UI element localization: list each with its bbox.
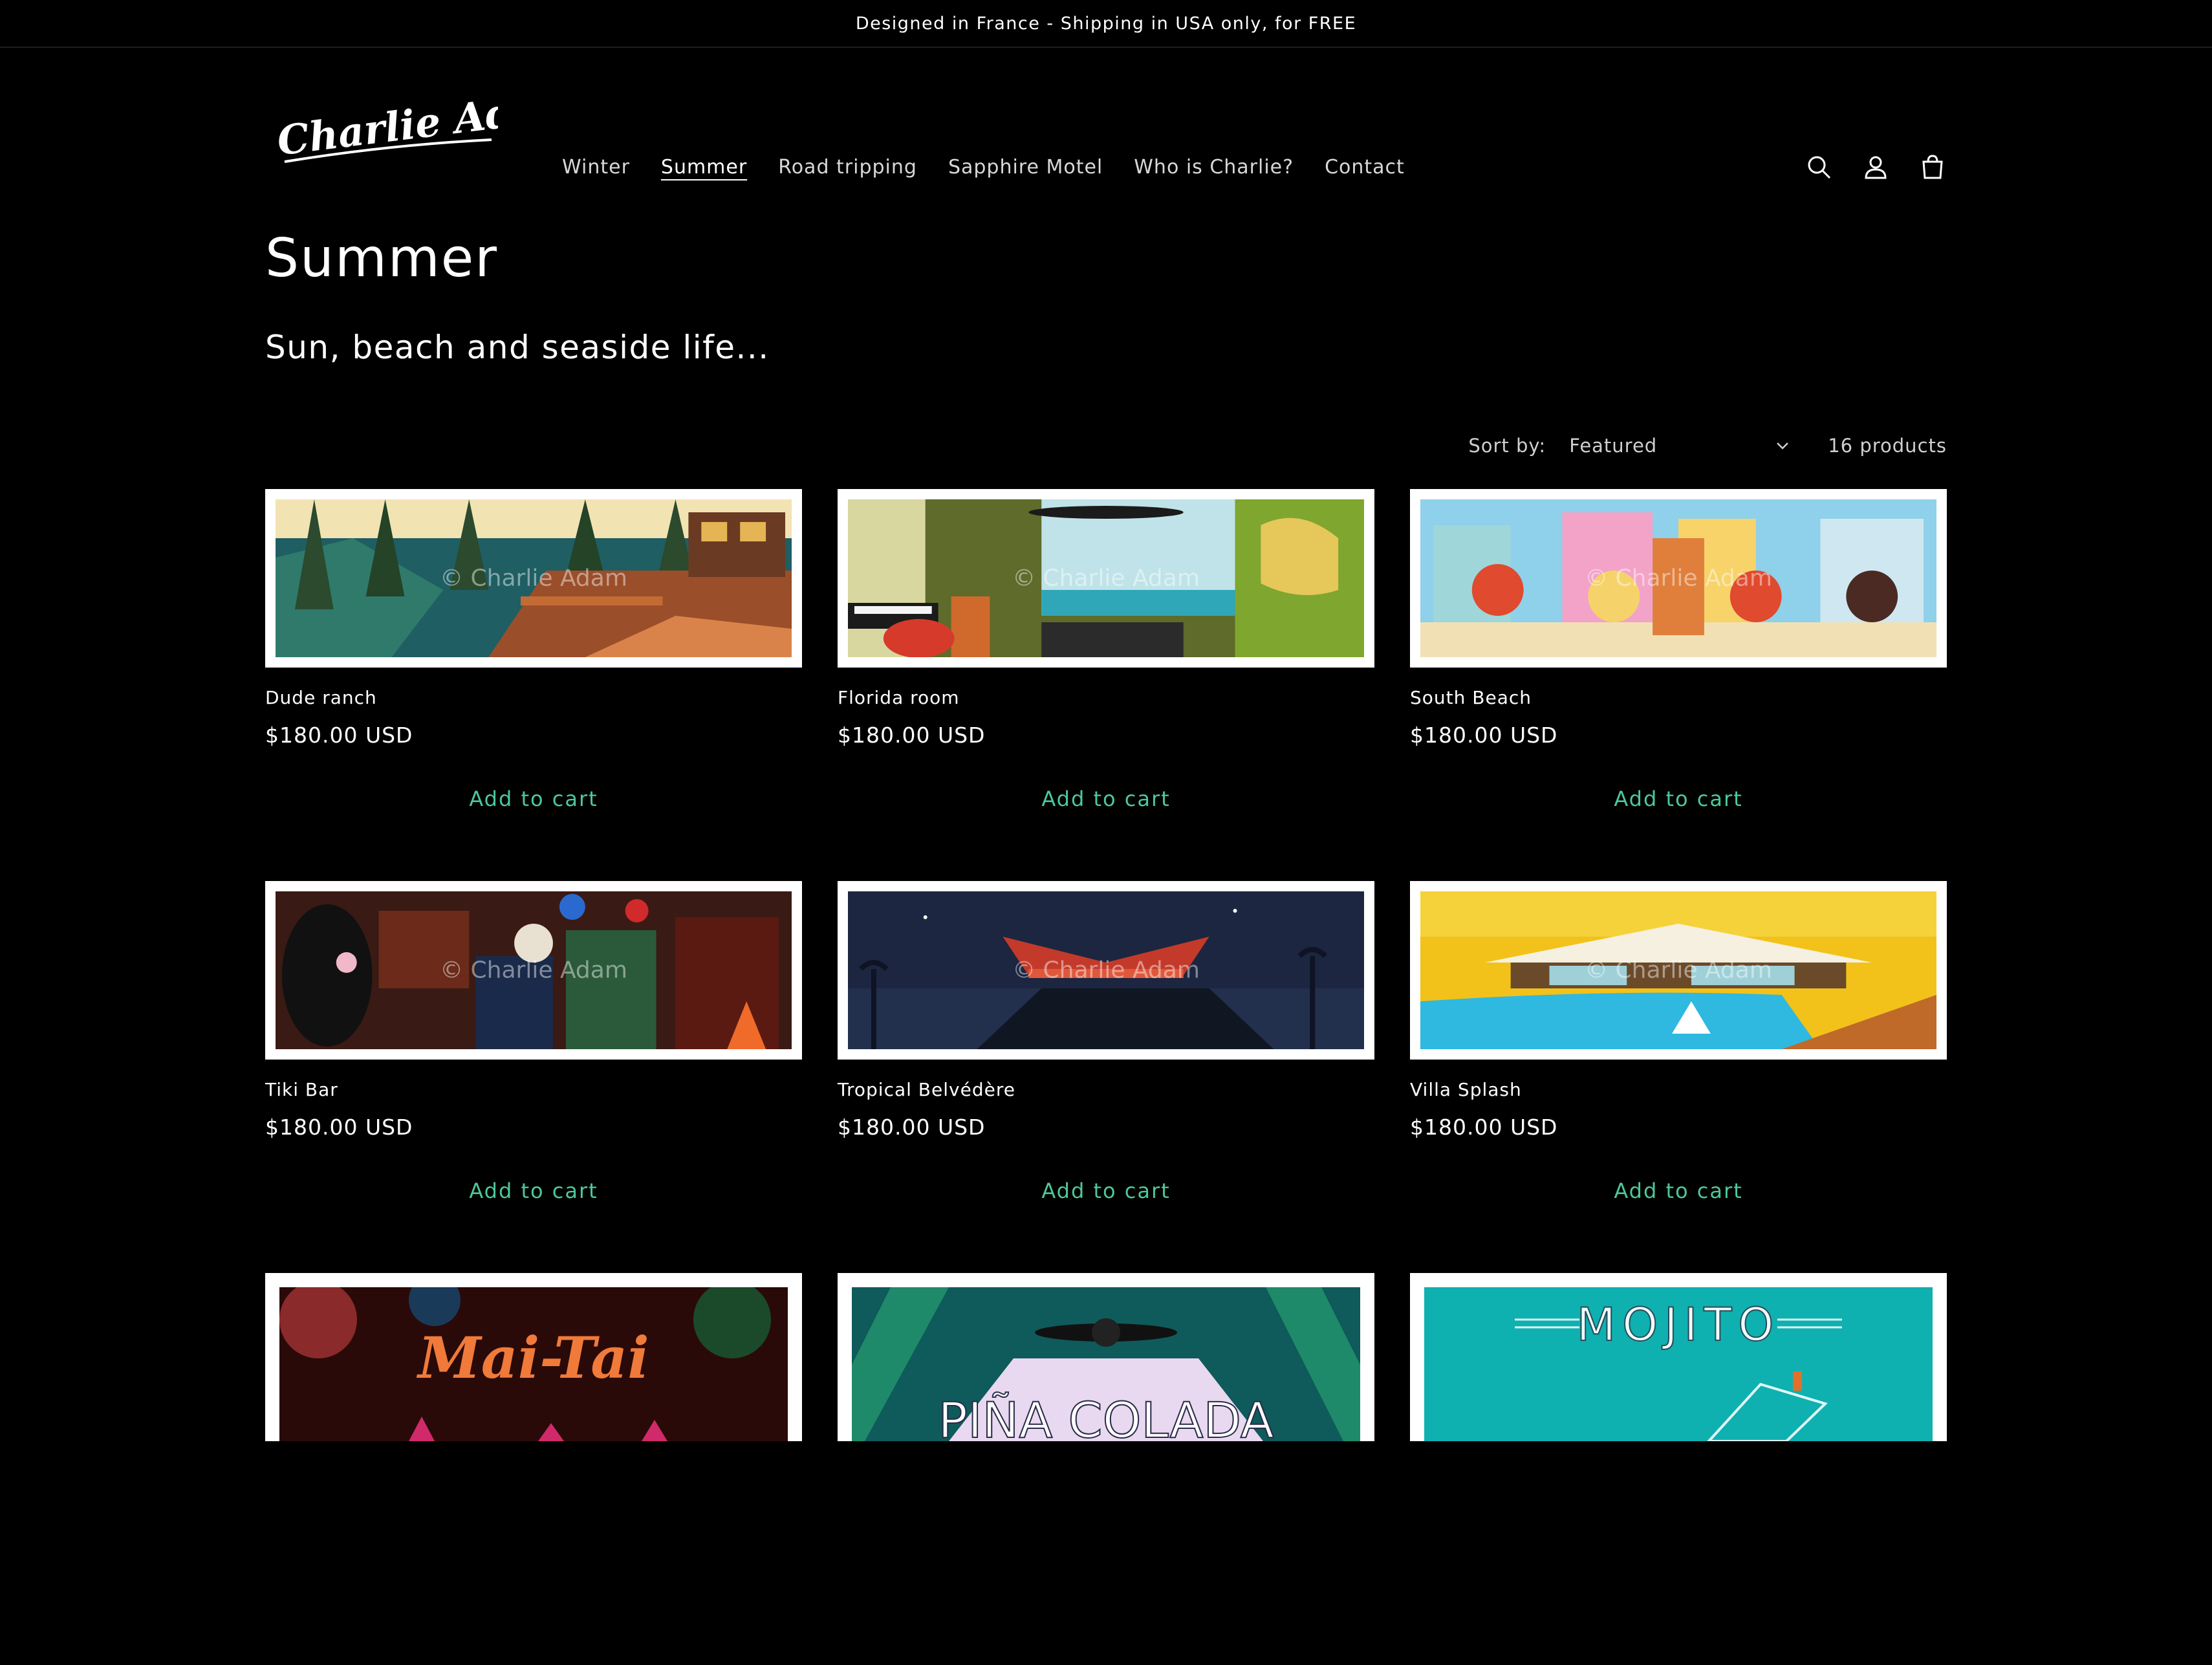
add-to-cart-button[interactable]: Add to cart — [838, 1179, 1374, 1203]
artwork-mojito: MOJITO — [1424, 1287, 1933, 1441]
product-card: © Charlie Adam Tiki Bar $180.00 USD Add … — [265, 881, 802, 1273]
product-count: 16 products — [1828, 435, 1947, 457]
poster-title: Mai-Tai — [416, 1324, 649, 1391]
product-price: $180.00 USD — [265, 1115, 413, 1140]
logo-text: Charlie Adam — [275, 80, 498, 164]
product-card: © Charlie Adam Florida room $180.00 USD … — [838, 489, 1374, 881]
sort-label: Sort by: — [1468, 435, 1546, 457]
product-price: $180.00 USD — [1410, 723, 1558, 748]
account-icon[interactable] — [1860, 151, 1891, 182]
add-to-cart-button[interactable]: Add to cart — [265, 787, 802, 811]
product-image[interactable]: Mai-Tai — [265, 1273, 802, 1441]
product-title[interactable]: Tiki Bar — [265, 1079, 802, 1100]
nav-sapphire-motel[interactable]: Sapphire Motel — [948, 156, 1103, 179]
page-title: Summer — [265, 228, 498, 289]
artwork-tiki-bar: © Charlie Adam — [276, 891, 792, 1049]
product-card: © Charlie Adam Tropical Belvédère $180.0… — [838, 881, 1374, 1273]
nav-summer[interactable]: Summer — [661, 156, 747, 179]
product-title[interactable]: Dude ranch — [265, 687, 802, 708]
header-icons — [1803, 151, 1948, 182]
artwork-florida-room: © Charlie Adam — [848, 499, 1364, 657]
product-price: $180.00 USD — [265, 723, 413, 748]
watermark: © Charlie Adam — [1012, 565, 1200, 592]
nav-contact[interactable]: Contact — [1325, 156, 1405, 179]
watermark: © Charlie Adam — [440, 957, 627, 984]
add-to-cart-button[interactable]: Add to cart — [1410, 1179, 1947, 1203]
add-to-cart-button[interactable]: Add to cart — [838, 787, 1374, 811]
nav-who-is-charlie[interactable]: Who is Charlie? — [1134, 156, 1294, 179]
product-image[interactable]: © Charlie Adam — [838, 489, 1374, 668]
artwork-pina-colada: PIÑA COLADA — [852, 1287, 1360, 1441]
product-title[interactable]: South Beach — [1410, 687, 1947, 708]
nav-winter[interactable]: Winter — [562, 156, 630, 179]
sort-select[interactable]: Featured — [1569, 435, 1789, 457]
product-image[interactable]: © Charlie Adam — [265, 489, 802, 668]
product-title[interactable]: Tropical Belvédère — [838, 1079, 1374, 1100]
collection-toolbar: Sort by: Featured 16 products — [1468, 435, 1947, 457]
product-price: $180.00 USD — [838, 1115, 986, 1140]
product-card: © Charlie Adam South Beach $180.00 USD A… — [1410, 489, 1947, 881]
sort-value: Featured — [1569, 435, 1658, 457]
product-image[interactable]: © Charlie Adam — [1410, 489, 1947, 668]
product-image[interactable]: © Charlie Adam — [838, 881, 1374, 1060]
main-nav: Winter Summer Road tripping Sapphire Mot… — [562, 156, 1405, 179]
cart-icon[interactable] — [1917, 151, 1948, 182]
product-card: © Charlie Adam Villa Splash $180.00 USD … — [1410, 881, 1947, 1273]
product-card: Mai-Tai — [265, 1273, 802, 1665]
product-grid: © Charlie Adam Dude ranch $180.00 USD Ad… — [265, 489, 1947, 1665]
product-card: © Charlie Adam Dude ranch $180.00 USD Ad… — [265, 489, 802, 881]
product-image[interactable]: © Charlie Adam — [1410, 881, 1947, 1060]
product-image[interactable]: MOJITO — [1410, 1273, 1947, 1441]
product-card: PIÑA COLADA — [838, 1273, 1374, 1665]
page-description: Sun, beach and seaside life... — [265, 329, 770, 366]
announcement-text: Designed in France - Shipping in USA onl… — [855, 13, 1357, 34]
product-image[interactable]: PIÑA COLADA — [838, 1273, 1374, 1441]
logo-graphic: Charlie Adam — [275, 80, 584, 164]
search-icon[interactable] — [1803, 151, 1834, 182]
artwork-villa-splash: © Charlie Adam — [1420, 891, 1936, 1049]
poster-title: PIÑA COLADA — [938, 1391, 1274, 1441]
watermark: © Charlie Adam — [1012, 957, 1200, 984]
poster-title: MOJITO — [1577, 1298, 1781, 1351]
add-to-cart-button[interactable]: Add to cart — [1410, 787, 1947, 811]
product-card: MOJITO — [1410, 1273, 1947, 1665]
product-title[interactable]: Villa Splash — [1410, 1079, 1947, 1100]
watermark: © Charlie Adam — [1585, 565, 1772, 592]
announcement-bar: Designed in France - Shipping in USA onl… — [0, 0, 2212, 48]
site-header: Charlie Adam Winter Summer Road tripping… — [0, 48, 2212, 198]
product-price: $180.00 USD — [838, 723, 986, 748]
add-to-cart-button[interactable]: Add to cart — [265, 1179, 802, 1203]
watermark: © Charlie Adam — [440, 565, 627, 592]
chevron-down-icon — [1777, 442, 1789, 450]
artwork-south-beach: © Charlie Adam — [1420, 499, 1936, 657]
nav-road-tripping[interactable]: Road tripping — [778, 156, 917, 179]
product-image[interactable]: © Charlie Adam — [265, 881, 802, 1060]
artwork-tropical-belvedere: © Charlie Adam — [848, 891, 1364, 1049]
artwork-dude-ranch: © Charlie Adam — [276, 499, 792, 657]
watermark: © Charlie Adam — [1585, 957, 1772, 984]
logo[interactable]: Charlie Adam — [272, 78, 584, 175]
product-title[interactable]: Florida room — [838, 687, 1374, 708]
product-price: $180.00 USD — [1410, 1115, 1558, 1140]
artwork-mai-tai: Mai-Tai — [279, 1287, 788, 1441]
